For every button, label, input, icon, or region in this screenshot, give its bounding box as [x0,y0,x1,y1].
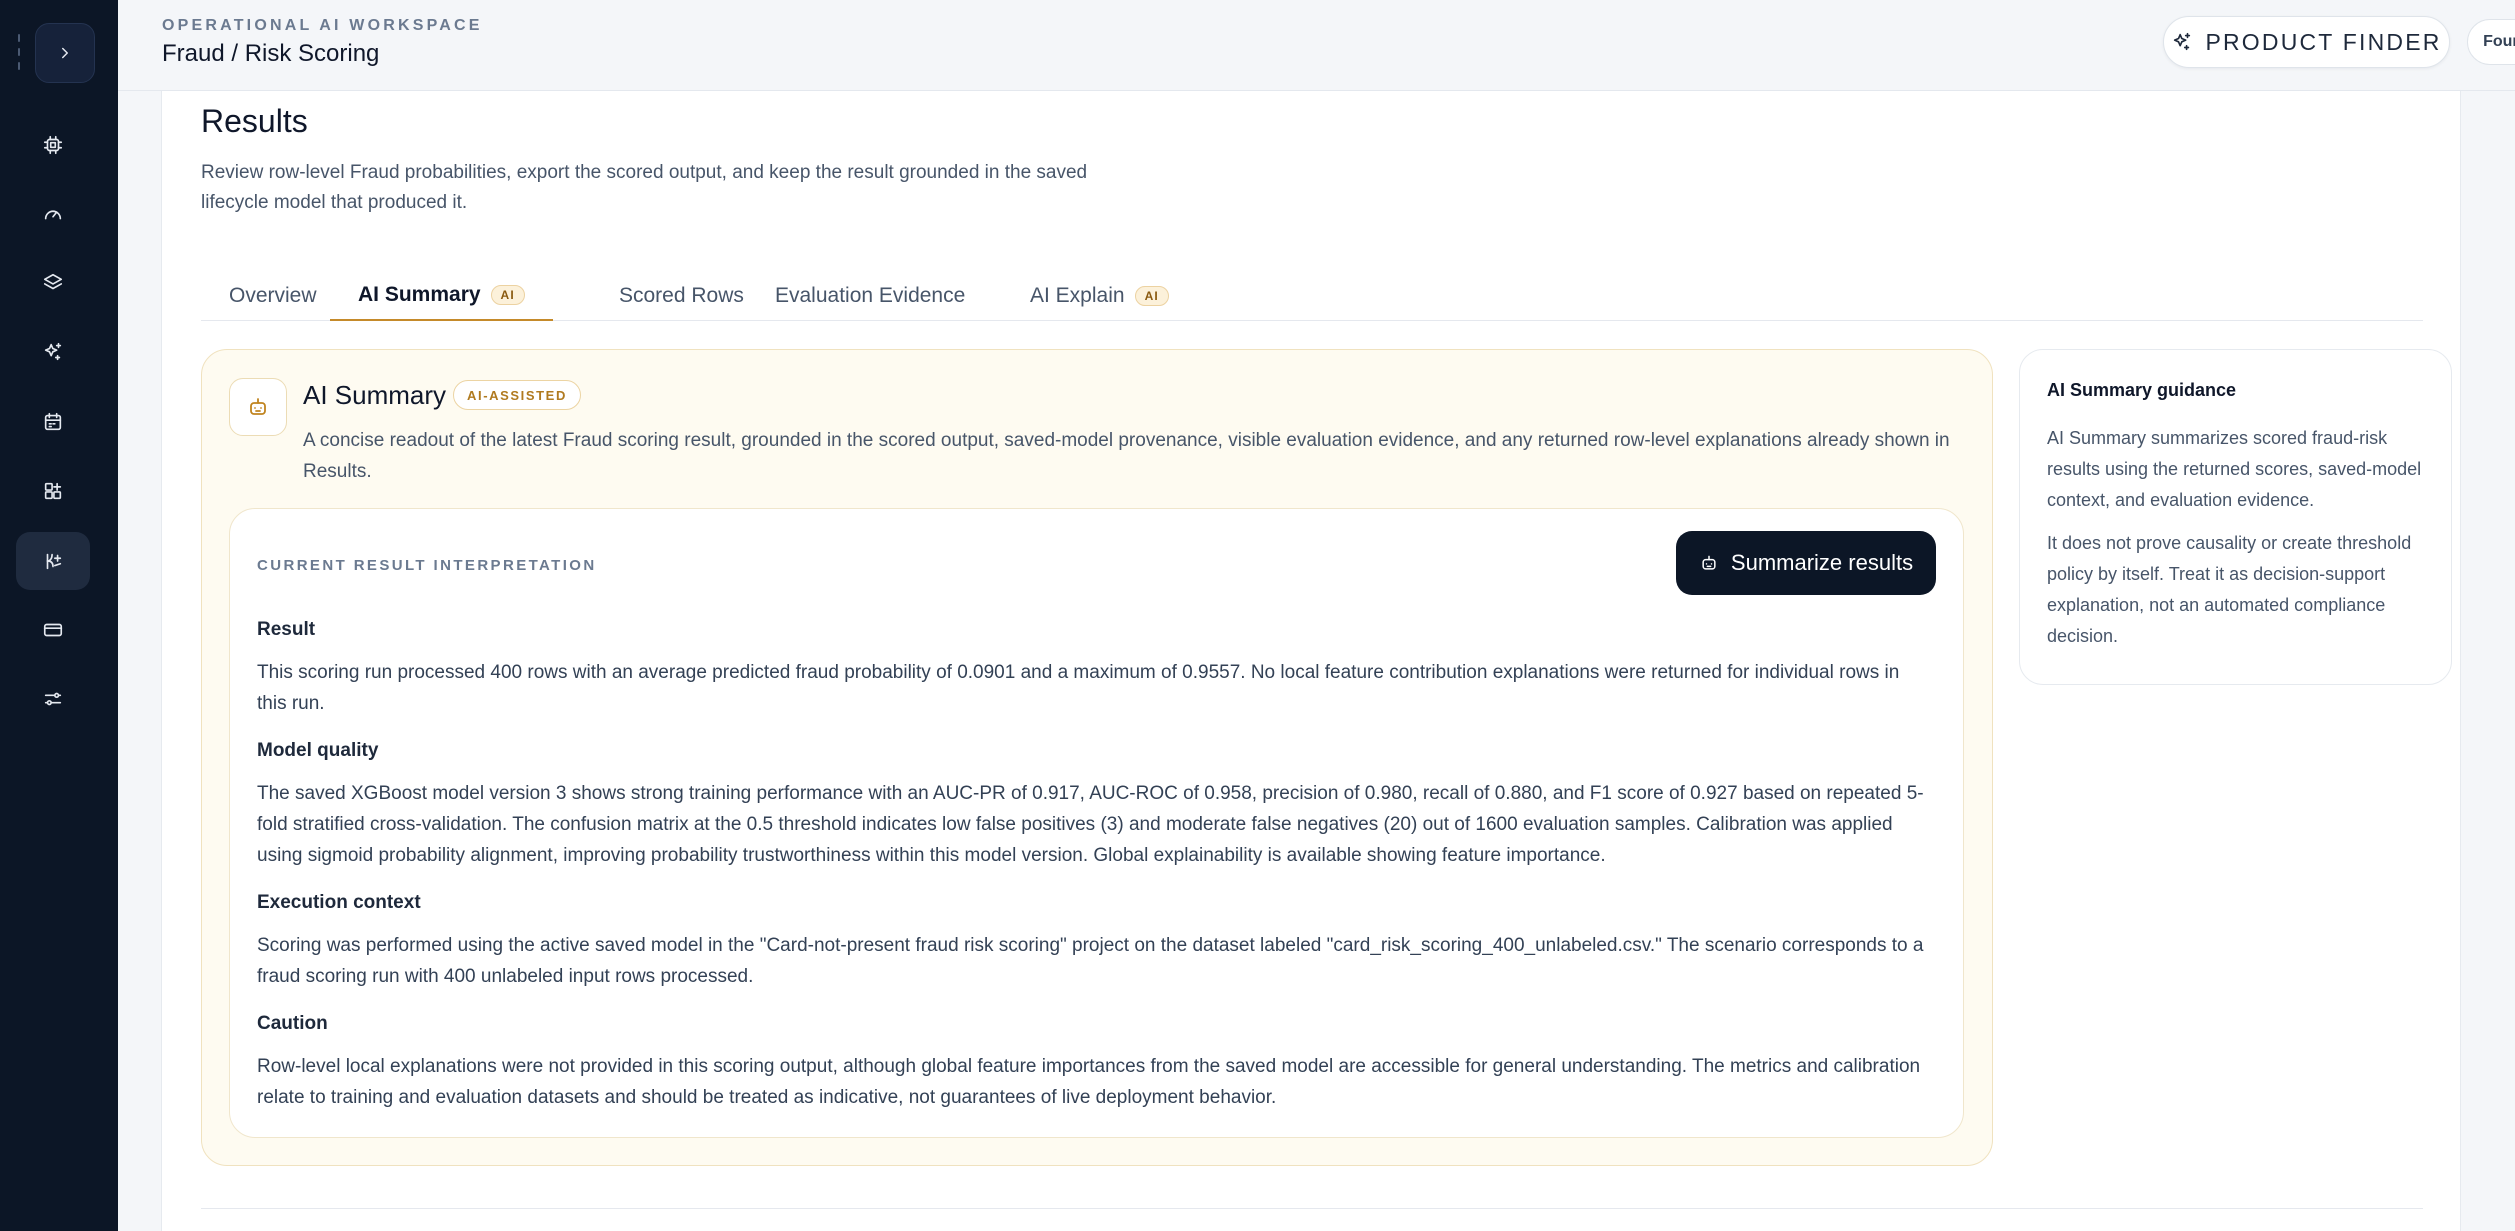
tab-scored-rows[interactable]: Scored Rows [591,271,772,321]
section-caution: Caution Row-level local explanations wer… [257,1013,1927,1113]
ai-badge: AI [1134,286,1169,306]
guidance-title: AI Summary guidance [2047,380,2237,400]
sidebar-item-scoring[interactable] [16,532,90,590]
ai-summary-title: AI Summary [303,380,447,410]
section-execution-context: Execution context Scoring was performed … [257,892,1927,992]
sidebar-item-layers[interactable] [16,254,90,312]
section-heading: Caution [257,1013,328,1034]
robot-icon [1702,555,1716,570]
divider [201,1208,2423,1209]
top-header: OPERATIONAL AI WORKSPACE Fraud / Risk Sc… [118,0,2515,91]
sidebar-item-billing[interactable] [16,601,90,659]
guidance-paragraph: It does not prove causality or create th… [2047,533,2412,646]
results-description: Review row-level Fraud probabilities, ex… [201,162,1088,213]
sidebar [0,0,118,1231]
ai-summary-description: A concise readout of the latest Fraud sc… [303,430,1950,482]
sidebar-item-chip[interactable] [16,116,90,174]
section-heading: Result [257,619,316,640]
chip-icon [43,135,63,155]
tab-ai-summary[interactable]: AI Summary AI [330,271,553,321]
workspace-eyebrow: OPERATIONAL AI WORKSPACE [162,17,483,34]
sidebar-item-settings[interactable] [16,670,90,728]
tab-label: AI Explain [1030,284,1125,307]
ai-badge: AI [490,285,525,305]
sidebar-item-gauge[interactable] [16,185,90,243]
sparkles-icon [2174,32,2191,51]
product-finder-button[interactable]: PRODUCT FINDER [2163,16,2450,68]
product-finder-label: PRODUCT FINDER [2205,28,2442,55]
results-title: Results [201,103,308,139]
tab-label: AI Summary [358,283,481,306]
section-heading: Execution context [257,892,421,913]
robot-icon [250,398,266,415]
guidance-card: AI Summary guidance AI Summary summarize… [2019,349,2452,685]
tab-evaluation-evidence[interactable]: Evaluation Evidence [747,271,993,321]
sidebar-item-sparkles[interactable] [16,323,90,381]
bot-icon-box [229,378,287,436]
widgets-icon [44,482,62,500]
sliders-icon [44,692,62,706]
sidebar-expand-button[interactable] [35,23,95,83]
ai-assisted-badge: AI-ASSISTED [453,380,581,410]
sparkles-icon [44,342,62,361]
summarize-results-label: Summarize results [1730,550,1914,575]
sidebar-item-calendar[interactable] [16,393,90,451]
section-body: The saved XGBoost model version 3 shows … [257,783,1924,866]
section-body: Scoring was performed using the active s… [257,935,1924,987]
section-body: This scoring run processed 400 rows with… [257,662,1900,714]
chevron-right-icon [62,47,68,59]
results-card: Results Review row-level Fraud probabili… [161,91,2461,1231]
ai-summary-panel: AI Summary AI-ASSISTED A concise readout… [201,349,1993,1166]
interpretation-eyebrow: CURRENT RESULT INTERPRETATION [257,557,597,574]
page-title: Fraud / Risk Scoring [162,40,380,67]
interpretation-card: CURRENT RESULT INTERPRETATION Summarize … [229,508,1964,1138]
section-model-quality: Model quality The saved XGBoost model ve… [257,740,1927,871]
calendar-icon [44,412,62,431]
card-icon [43,623,63,637]
results-tabs: Overview AI Summary AI Scored Rows Evalu… [201,271,2423,321]
section-heading: Model quality [257,740,379,761]
section-result: Result This scoring run processed 400 ro… [257,619,1927,719]
layers-icon [43,273,63,290]
gauge-icon [44,210,62,220]
summarize-results-button[interactable]: Summarize results [1676,531,1936,595]
tab-ai-explain[interactable]: AI Explain AI [1002,271,1197,321]
tab-label: Overview [229,284,317,307]
drag-handle[interactable] [17,34,21,70]
account-button[interactable]: Founder account [2467,19,2515,65]
scoring-icon [46,553,62,570]
section-body: Row-level local explanations were not pr… [257,1056,1921,1108]
sidebar-item-widgets[interactable] [16,462,90,520]
tab-overview[interactable]: Overview [201,271,345,321]
tab-label: Scored Rows [619,284,744,307]
guidance-paragraph: AI Summary summarizes scored fraud-risk … [2047,428,2422,510]
tab-label: Evaluation Evidence [775,284,966,307]
